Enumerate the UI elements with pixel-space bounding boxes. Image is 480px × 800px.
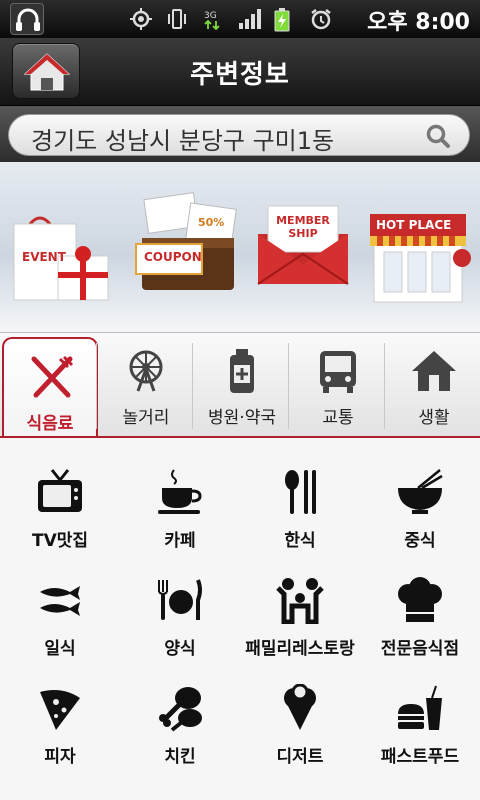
signal-icon [238, 8, 261, 30]
category-grid: TV맛집 카페 한식 중식 일식 양식 패밀리레스토랑 전문음식점 피자 치킨 … [0, 436, 480, 800]
category-western[interactable]: 양식 [120, 548, 240, 659]
house-icon [412, 351, 456, 391]
title-bar: 주변정보 [0, 38, 480, 106]
category-label: 치킨 [164, 747, 196, 767]
coupon-promo[interactable]: 50% COUPON [132, 188, 238, 298]
category-cafe[interactable]: 카페 [120, 440, 240, 551]
page-title: 주변정보 [190, 60, 290, 90]
pizza-icon [40, 690, 80, 730]
category-specialty[interactable]: 전문음식점 [360, 548, 480, 659]
category-chicken[interactable]: 치킨 [120, 656, 240, 767]
3g-data-icon: 3G [202, 8, 224, 31]
membership-promo[interactable]: MEMBER SHIP [256, 204, 352, 290]
category-pizza[interactable]: 피자 [0, 656, 120, 767]
svg-text:3G: 3G [204, 11, 217, 21]
tab-label: 식음료 [26, 414, 74, 434]
spoon-chopsticks-icon [285, 470, 316, 514]
tv-icon [38, 469, 82, 512]
hot-place-promo[interactable]: HOT PLACE [368, 208, 476, 304]
tab-transport[interactable]: 교통 [290, 333, 386, 437]
fish-icon [40, 586, 80, 616]
category-label: 패스트푸드 [380, 747, 460, 767]
category-korean[interactable]: 한식 [240, 440, 360, 551]
event-promo[interactable]: EVENT [10, 212, 110, 304]
ice-cream-icon [284, 684, 316, 730]
coupon-label: COUPON [144, 250, 202, 264]
plate-fork-knife-icon [158, 579, 202, 620]
family-icon [276, 578, 324, 624]
search-icon[interactable] [425, 123, 451, 149]
headset-notification-icon [10, 3, 44, 35]
coffee-cup-icon [158, 469, 202, 514]
category-japanese[interactable]: 일식 [0, 548, 120, 659]
promo-banner: EVENT 50% COUPON MEMBER SHIP HOT PLACE [0, 162, 480, 332]
membership-label: MEMBER SHIP [276, 214, 330, 240]
tab-label: 생활 [418, 408, 450, 428]
vibrate-icon [166, 8, 188, 30]
noodle-bowl-icon [398, 469, 443, 514]
status-clock: 오후 8:00 [367, 10, 470, 35]
tab-entertainment[interactable]: 놀거리 [98, 333, 194, 437]
tab-label: 병원·약국 [208, 408, 276, 428]
fork-knife-icon [31, 355, 74, 398]
tab-hospital-pharmacy[interactable]: 병원·약국 [194, 333, 290, 437]
tab-living[interactable]: 생활 [386, 333, 480, 437]
location-search-field[interactable]: 경기도 성남시 분당구 구미1동 [8, 114, 470, 156]
chef-hat-icon [398, 577, 442, 622]
event-label: EVENT [22, 250, 66, 264]
hot-place-label: HOT PLACE [376, 218, 452, 232]
location-bar: 경기도 성남시 분당구 구미1동 [0, 106, 480, 162]
category-tabs: 식음료 놀거리 병원·약국 교통 생활 [0, 332, 480, 441]
bus-icon [320, 351, 356, 393]
category-label: 디저트 [276, 747, 324, 767]
tab-label: 놀거리 [122, 408, 170, 428]
ferris-wheel-icon [129, 350, 163, 392]
category-fast-food[interactable]: 패스트푸드 [360, 656, 480, 767]
medicine-bottle-icon [230, 349, 254, 393]
location-text: 경기도 성남시 분당구 구미1동 [31, 127, 335, 155]
category-dessert[interactable]: 디저트 [240, 656, 360, 767]
status-bar: 3G 오후 8:00 [0, 0, 480, 38]
category-tv-restaurant[interactable]: TV맛집 [0, 440, 120, 551]
gps-icon [130, 8, 152, 30]
category-label: 피자 [44, 747, 76, 767]
category-family-restaurant[interactable]: 패밀리레스토랑 [240, 548, 360, 659]
battery-charging-icon [274, 8, 296, 32]
alarm-icon [310, 8, 332, 30]
chicken-leg-icon [159, 687, 202, 732]
burger-drink-icon [398, 685, 442, 730]
svg-text:50%: 50% [198, 216, 224, 229]
category-chinese[interactable]: 중식 [360, 440, 480, 551]
tab-label: 교통 [322, 408, 354, 428]
tab-food-drink[interactable]: 식음료 [2, 337, 98, 441]
